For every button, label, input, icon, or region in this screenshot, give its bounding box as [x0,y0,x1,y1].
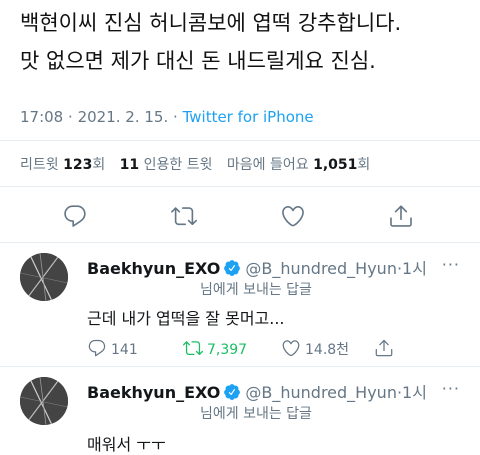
reply-count: 141 [111,342,138,358]
reply-time[interactable]: 1시 [402,383,427,402]
reply-button[interactable]: 141 [87,338,138,358]
reply-icon[interactable] [62,203,88,229]
tweet-meta: 17:08 · 2021. 2. 15. · Twitter for iPhon… [20,108,314,126]
tweet-text-line-2: 맛 없으면 제가 대신 돈 내드릴게요 진심. [20,49,376,73]
share-icon [375,339,393,357]
author-name[interactable]: Baekhyun_EXO [87,259,220,278]
like-count: 14.8천 [305,342,350,358]
tweet-time[interactable]: 17:08 [20,108,63,126]
retweets-count: 123 [63,157,93,173]
share-icon[interactable] [388,203,414,229]
likes-count: 1,051 [313,157,358,173]
like-icon [282,340,300,357]
retweet-count: 7,397 [207,342,248,358]
tweet-stats: 리트윗 123회 11 인용한 트윗 마음에 들어요 1,051회 [20,154,370,174]
reply-text: 매워서 ㅜㅜ [87,435,166,454]
reply-time[interactable]: 1시 [402,259,427,278]
retweet-icon[interactable] [171,203,197,229]
retweet-icon [183,341,203,356]
reply-tweet[interactable]: Baekhyun_EXO @B_hundred_Hyun·1시 ··· 님에게 보… [0,367,480,454]
likes-label: 마음에 들어요 [226,157,309,173]
like-button[interactable]: 14.8천 [281,338,349,359]
likes-stat[interactable]: 마음에 들어요 1,051회 [227,157,370,173]
reply-header: Baekhyun_EXO @B_hundred_Hyun·1시 [87,379,427,403]
like-icon[interactable] [280,203,306,229]
avatar[interactable] [20,377,68,425]
reply-tweet[interactable]: Baekhyun_EXO @B_hundred_Hyun·1시 ··· 님에게 보… [0,243,480,365]
more-icon[interactable]: ··· [442,255,460,274]
author-handle[interactable]: @B_hundred_Hyun [245,259,397,278]
meta-separator: · [68,108,73,126]
quotes-stat[interactable]: 11 인용한 트윗 [120,157,213,173]
tweet-text: 백현이씨 진심 허니콤보에 엽떡 강추합니다. 맛 없으면 제가 대신 돈 내드… [20,4,470,80]
retweets-label: 리트윗 [20,157,59,173]
tweet-source-link[interactable]: Twitter for iPhone [183,108,314,126]
author-name[interactable]: Baekhyun_EXO [87,383,220,402]
verified-icon [224,384,241,400]
author-handle[interactable]: @B_hundred_Hyun [245,383,397,402]
divider [0,140,480,141]
retweets-unit: 회 [92,157,106,173]
tweet-date[interactable]: 2021. 2. 15. [78,108,169,126]
reply-text: 근데 내가 엽떡을 잘 못머고... [87,309,285,328]
quotes-count: 11 [119,157,140,173]
more-icon[interactable]: ··· [442,379,460,398]
divider [0,186,480,187]
tweet-text-line-1: 백현이씨 진심 허니콤보에 엽떡 강추합니다. [20,11,402,35]
verified-icon [224,260,241,276]
retweet-button[interactable]: 7,397 [183,338,247,358]
replying-to: 님에게 보내는 답글 [200,282,312,298]
likes-unit: 회 [357,157,371,173]
reply-icon [88,339,106,357]
retweets-stat[interactable]: 리트윗 123회 [20,157,105,173]
share-button[interactable] [374,338,398,358]
replying-to: 님에게 보내는 답글 [200,406,312,422]
avatar[interactable] [20,253,68,301]
meta-separator: · [173,108,178,126]
tweet-action-bar [0,200,480,232]
reply-header: Baekhyun_EXO @B_hundred_Hyun·1시 [87,255,427,279]
quotes-label: 인용한 트윗 [143,157,213,173]
